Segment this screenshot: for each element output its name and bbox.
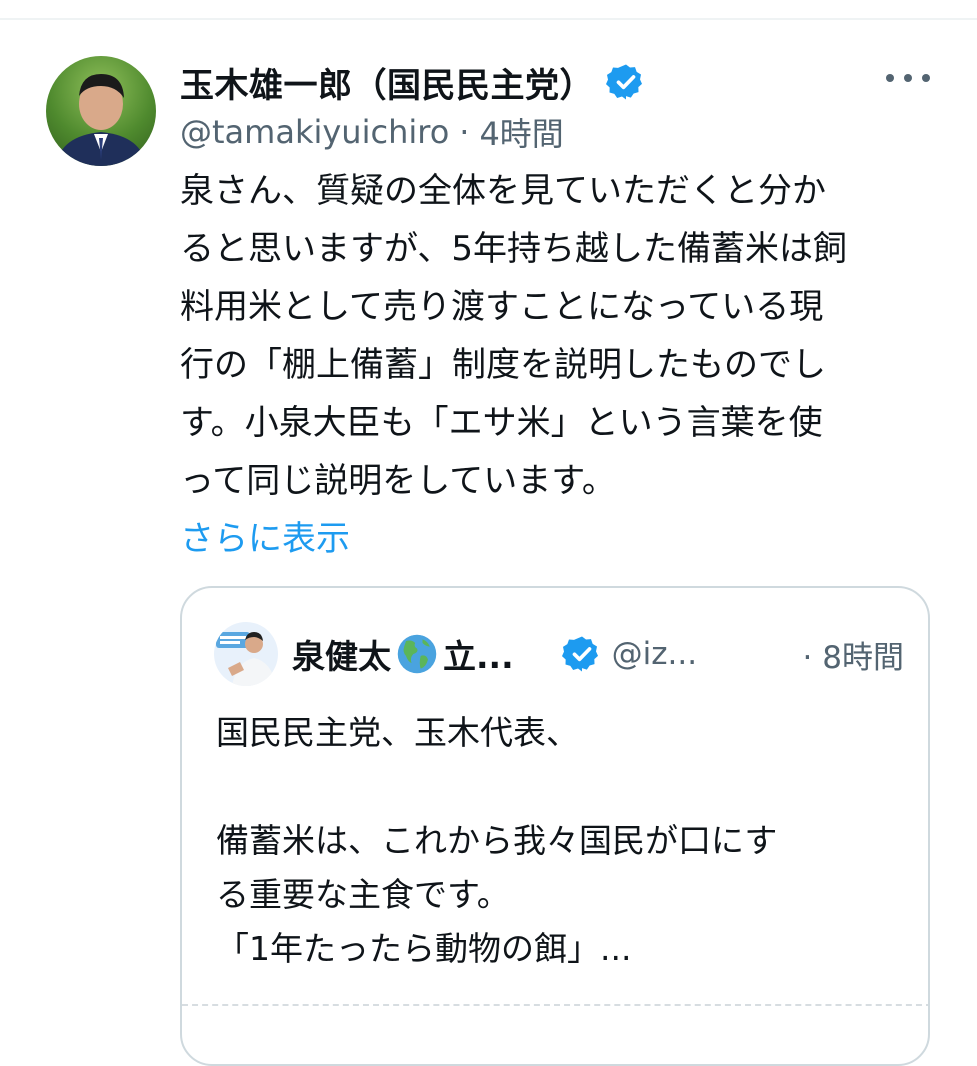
tweet-meta: @tamakiyuichiro · 4時間 [180,108,940,156]
top-divider [0,18,977,20]
author-display-name[interactable]: 玉木雄一郎（国民民主党） [180,58,594,107]
quoted-meta-separator: · [802,639,813,676]
meta-separator: · [459,113,470,151]
quoted-card-divider [182,1004,928,1006]
tweet-text: 泉さん、質疑の全体を見ていただくと分か ると思いますが、5年持ち越した備蓄米は飼… [180,171,847,501]
quoted-tweet-text: 国民民主党、玉木代表、 備蓄米は、これから我々国民が口にす る重要な主食です。 … [216,713,778,968]
quoted-tweet-header: 泉健太 立... @iz... · 8時間 [214,622,904,686]
quoted-tweet-timestamp: 8時間 [822,639,904,676]
show-more-link[interactable]: さらに表示 [180,510,940,568]
quoted-author-name-tail: 立... [443,637,514,676]
quoted-verified-badge-icon [561,634,602,674]
quoted-tweet-card[interactable]: 泉健太 立... @iz... · 8時間 国民民主党、玉木代表、 備蓄米は、こ… [180,586,930,1066]
author-handle[interactable]: @tamakiyuichiro [180,113,449,151]
tweet-timestamp[interactable]: 4時間 [479,109,563,155]
quoted-tweet-time: · 8時間 [803,632,904,677]
quoted-author-handle: @iz... [611,636,698,672]
verified-badge-icon [606,62,646,102]
tweet-header: 玉木雄一郎（国民民主党） [180,56,940,108]
globe-americas-icon [395,632,439,676]
quoted-author-name: 泉健太 [292,637,391,676]
quoted-author-avatar [214,622,278,686]
tweet-content: 玉木雄一郎（国民民主党） @tamakiyuichiro · 4時間 泉さん、質… [180,56,940,568]
author-avatar[interactable] [46,56,156,166]
